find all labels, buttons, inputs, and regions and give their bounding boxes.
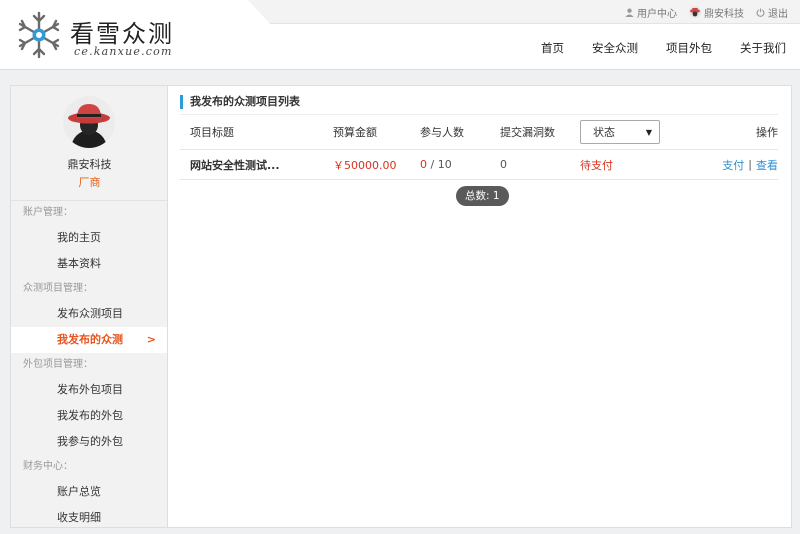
project-table: 项目标题 预算金额 参与人数 提交漏洞数 状态 ▼ 操作 网站安全性测试... …: [180, 114, 778, 180]
top-utility-bar: 用户中心 鼎安科技 退出: [625, 5, 788, 20]
row-bug-count: 0: [500, 158, 507, 171]
row-participants: 0 / 10: [420, 150, 452, 179]
sidebar-menu: 账户管理： 我的主页 基本资料 众测项目管理： 发布众测项目 我发布的众测 > …: [11, 200, 168, 531]
row-participants-joined: 0: [420, 158, 427, 171]
status-filter-select[interactable]: 状态 ▼: [580, 120, 660, 144]
row-project-title[interactable]: 网站安全性测试...: [190, 150, 280, 179]
brand-subtitle: ce.kanxue.com: [74, 45, 173, 58]
avatar[interactable]: [63, 96, 115, 148]
row-budget: ￥50000.00: [333, 158, 397, 172]
nav-about-us[interactable]: 关于我们: [740, 40, 786, 56]
logout-link[interactable]: 退出: [756, 5, 788, 20]
menu-group-outsource: 外包项目管理：: [23, 359, 93, 370]
profile-role: 厂商: [78, 176, 101, 189]
username-label: 鼎安科技: [704, 8, 744, 20]
menu-group-account: 账户管理：: [23, 207, 73, 218]
nav-security-crowdtest[interactable]: 安全众测: [592, 40, 638, 56]
red-hat-avatar-icon: [63, 96, 115, 148]
main-nav: 首页 安全众测 项目外包 关于我们: [541, 40, 786, 56]
pay-link[interactable]: 支付: [722, 157, 744, 173]
snowflake-logo-icon: [18, 11, 60, 59]
row-status: 待支付: [580, 158, 613, 172]
power-icon: [756, 8, 765, 17]
col-header-budget: 预算金额: [333, 126, 377, 139]
active-arrow-icon: >: [146, 333, 156, 346]
table-header: 项目标题 预算金额 参与人数 提交漏洞数 状态 ▼ 操作: [180, 114, 778, 150]
sidebar-item-my-joined-outsource[interactable]: 我参与的外包: [11, 429, 168, 455]
user-icon: [625, 8, 634, 17]
status-filter-value: 状态: [593, 126, 615, 139]
chevron-down-icon: ▼: [645, 127, 652, 137]
sidebar-item-basic-info[interactable]: 基本资料: [11, 251, 168, 277]
profile-name: 鼎安科技: [67, 158, 112, 171]
site-logo[interactable]: 看雪众测 ce.kanxue.com: [14, 10, 184, 62]
sidebar: 鼎安科技 厂商 账户管理： 我的主页 基本资料 众测项目管理： 发布众测项目 我…: [10, 85, 168, 531]
sidebar-item-publish-outsource[interactable]: 发布外包项目: [11, 377, 168, 403]
col-header-participants: 参与人数: [420, 126, 464, 139]
site-header: 看雪众测 ce.kanxue.com 用户中心 鼎安科技 退出 首页 安全众测 …: [0, 0, 800, 70]
view-link[interactable]: 查看: [756, 157, 778, 173]
col-header-title: 项目标题: [190, 126, 234, 139]
col-header-ops: 操作: [756, 126, 778, 139]
row-actions: 支付 | 查看: [722, 150, 778, 179]
sidebar-item-my-published-outsource[interactable]: 我发布的外包: [11, 403, 168, 429]
nav-project-outsourcing[interactable]: 项目外包: [666, 40, 712, 56]
user-center-link[interactable]: 用户中心: [625, 5, 677, 20]
sidebar-item-my-home[interactable]: 我的主页: [11, 225, 168, 251]
sidebar-item-publish-crowdtest[interactable]: 发布众测项目: [11, 301, 168, 327]
row-participants-separator: /: [427, 158, 438, 171]
sidebar-item-my-published-crowdtest[interactable]: 我发布的众测 >: [11, 327, 168, 353]
menu-group-finance: 财务中心：: [23, 461, 73, 472]
main-panel: 我发布的众测项目列表 项目标题 预算金额 参与人数 提交漏洞数 状态 ▼ 操作 …: [167, 85, 792, 528]
sidebar-item-transactions[interactable]: 收支明细: [11, 505, 168, 531]
col-header-status: 状态 ▼: [580, 115, 660, 149]
action-separator: |: [748, 158, 752, 171]
menu-group-crowdtest: 众测项目管理：: [23, 283, 93, 294]
table-row: 网站安全性测试... ￥50000.00 0 / 10 0 待支付 支付 | 查…: [180, 150, 778, 180]
total-count-badge: 总数: 1: [456, 186, 509, 206]
col-header-bugs: 提交漏洞数: [500, 126, 555, 139]
user-avatar-small-icon: [689, 6, 701, 18]
user-center-label: 用户中心: [637, 8, 677, 20]
brand-title: 看雪众测: [70, 20, 174, 48]
sidebar-item-account-overview[interactable]: 账户总览: [11, 479, 168, 505]
username-link[interactable]: 鼎安科技: [689, 5, 744, 20]
page-title: 我发布的众测项目列表: [180, 95, 300, 109]
sidebar-item-label: 我发布的众测: [57, 333, 123, 346]
row-participants-total: 10: [437, 158, 452, 171]
nav-home[interactable]: 首页: [541, 40, 564, 56]
logout-label: 退出: [768, 8, 788, 20]
